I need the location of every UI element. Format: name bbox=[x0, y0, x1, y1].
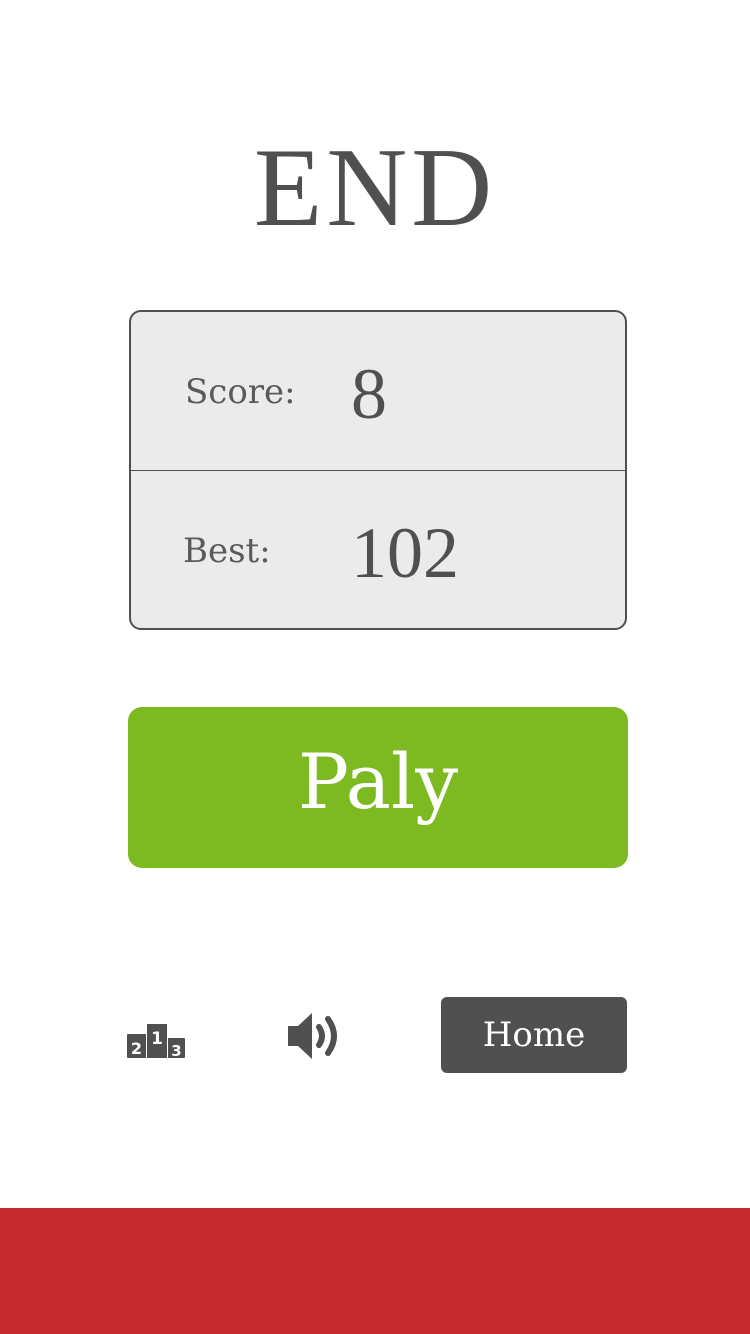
svg-text:1: 1 bbox=[151, 1029, 163, 1049]
speaker-volume-icon[interactable] bbox=[280, 1000, 352, 1072]
score-value: 8 bbox=[351, 354, 387, 434]
best-label: Best: bbox=[183, 531, 271, 571]
play-button[interactable]: Paly bbox=[128, 707, 628, 868]
footer-bar bbox=[0, 1208, 750, 1334]
home-button[interactable]: Home bbox=[441, 997, 627, 1073]
svg-text:3: 3 bbox=[171, 1042, 181, 1060]
best-value: 102 bbox=[351, 513, 459, 593]
best-row: Best: 102 bbox=[131, 471, 625, 628]
score-row: Score: 8 bbox=[131, 312, 625, 470]
score-label: Score: bbox=[185, 372, 296, 412]
score-panel: Score: 8 Best: 102 bbox=[129, 310, 627, 630]
leaderboard-podium-icon[interactable]: 2 1 3 bbox=[122, 1000, 194, 1072]
svg-text:2: 2 bbox=[131, 1039, 142, 1058]
game-over-title: END bbox=[253, 126, 497, 250]
